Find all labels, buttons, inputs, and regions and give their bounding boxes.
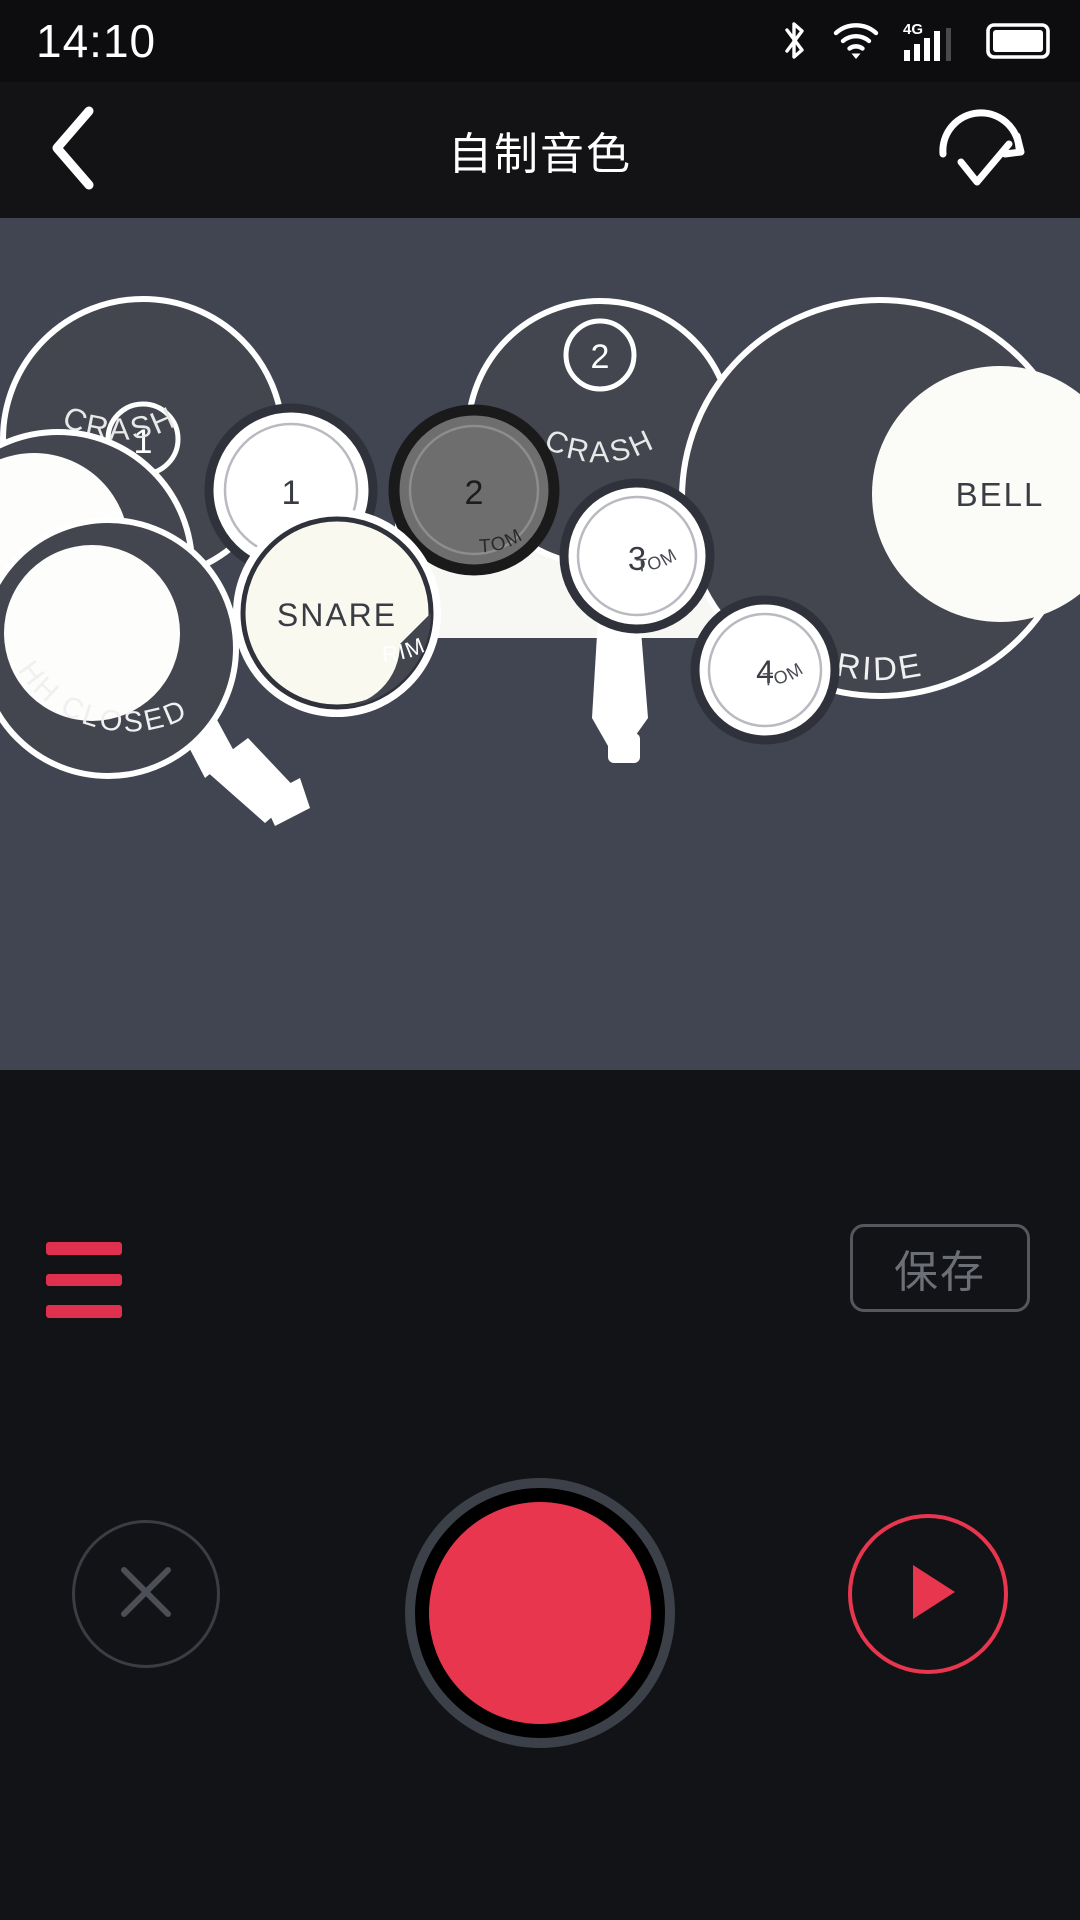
- menu-bar-3: [46, 1305, 122, 1319]
- save-button[interactable]: 保存: [850, 1224, 1030, 1312]
- cellular-4g-icon: 4G: [902, 20, 964, 62]
- bluetooth-icon: [780, 19, 810, 63]
- play-triangle-icon: [885, 1549, 971, 1640]
- pad-tom-2[interactable]: 2 TOM: [388, 404, 560, 576]
- svg-text:RIDE: RIDE: [834, 646, 927, 688]
- save-button-label: 保存: [894, 1248, 986, 1297]
- menu-bar-2: [46, 1273, 122, 1287]
- svg-text:4G: 4G: [903, 21, 923, 38]
- tool-row: 保存: [0, 1220, 1080, 1340]
- wifi-icon: [832, 21, 880, 61]
- app-root: 14:10 4G 自制音色 1 CRASH 2 CRASH RIDE BELL …: [0, 0, 1080, 1920]
- hamburger-menu-icon[interactable]: [46, 1242, 122, 1319]
- pad-hh-closed[interactable]: HH CLOSED: [0, 517, 239, 779]
- status-bar: 14:10 4G: [0, 0, 1080, 82]
- pad-bell-label: BELL: [956, 476, 1045, 513]
- close-x-icon: [108, 1554, 184, 1635]
- drum-kit-stage: 1 CRASH 2 CRASH RIDE BELL HH CLOSED 1 2 …: [0, 218, 1080, 1070]
- pad-tom-3[interactable]: 3 TOM: [559, 478, 715, 634]
- battery-icon: [986, 22, 1052, 60]
- pad-crash-2-number: 2: [591, 338, 610, 376]
- pad-tom-4[interactable]: 4 TOM: [690, 595, 840, 745]
- record-button[interactable]: [405, 1478, 675, 1748]
- pad-tom-2-number: 2: [465, 474, 484, 512]
- back-button[interactable]: [0, 82, 150, 218]
- pad-tom-1-number: 1: [282, 474, 301, 512]
- menu-bar-1: [46, 1242, 122, 1255]
- title-bar: 自制音色: [0, 82, 1080, 218]
- play-button[interactable]: [848, 1514, 1008, 1674]
- pad-snare-label: SNARE: [277, 597, 397, 633]
- page-title: 自制音色: [448, 130, 632, 179]
- pad-ride-label: RIDE: [834, 646, 924, 688]
- confirm-button[interactable]: [926, 95, 1036, 205]
- cancel-button[interactable]: [72, 1520, 220, 1668]
- transport-controls: [0, 1478, 1080, 1800]
- control-panel: 保存: [0, 1070, 1080, 1920]
- status-icon-group: 4G: [780, 19, 1052, 63]
- pad-snare[interactable]: SNARE: [233, 509, 441, 717]
- chevron-left-icon: [42, 105, 108, 196]
- status-clock: 14:10: [36, 15, 157, 67]
- check-undo-icon: [929, 96, 1033, 205]
- record-button-core: [429, 1502, 651, 1724]
